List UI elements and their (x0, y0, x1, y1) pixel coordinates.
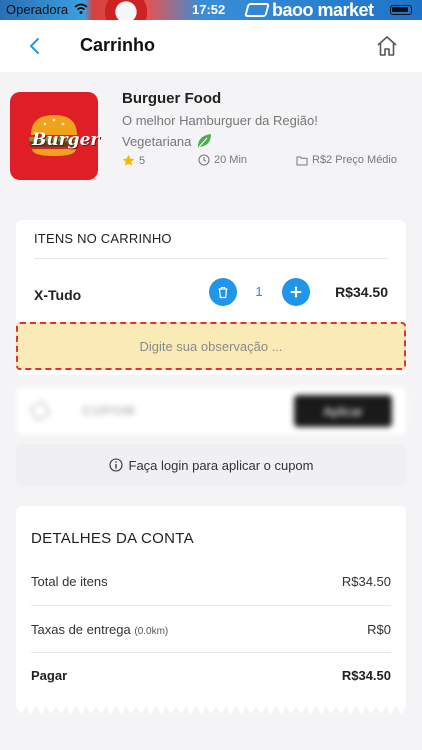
clock: 17:52 (192, 2, 226, 17)
trash-icon (218, 286, 228, 298)
receipt-zigzag-edge (16, 706, 406, 714)
home-icon (377, 36, 397, 56)
delivery-distance: (0.0km) (134, 626, 169, 637)
back-button[interactable] (22, 34, 46, 58)
store-rating: 5 (122, 154, 145, 167)
ad-brand-text: baoo market (272, 0, 374, 20)
cart-heading: ITENS NO CARRINHO (34, 231, 172, 246)
store-avg-price: R$2 Preço Médio (296, 154, 397, 166)
status-bar: Operadora 17:52 baoo market (0, 0, 422, 20)
info-icon (108, 458, 123, 472)
login-note[interactable]: Faça login para aplicar o cupom (16, 444, 406, 486)
cart-item-name: X-Tudo (34, 287, 82, 303)
store-meta: 5 20 Min R$2 Preço Médio (122, 154, 402, 170)
home-button[interactable] (374, 33, 400, 59)
store-rating-value: 5 (139, 154, 146, 167)
cart-item-price: R$34.50 (335, 284, 388, 300)
pay-value: R$34.50 (341, 668, 391, 683)
store-delivery-time-value: 20 Min (214, 154, 248, 166)
ad-banner-image (96, 0, 156, 20)
delivery-fee-label-text: Taxas de entrega (31, 622, 131, 637)
account-details-heading: DETALHES DA CONTA (31, 530, 194, 547)
delivery-fee-row: Taxas de entrega (0.0km) R$0 (31, 622, 391, 642)
total-items-value: R$34.50 (341, 574, 391, 589)
delivery-fee-label: Taxas de entrega (0.0km) (31, 622, 168, 637)
chevron-left-icon (30, 38, 39, 54)
total-items-label: Total de itens (31, 574, 108, 589)
store-avg-price-value: R$2 Preço Médio (312, 154, 397, 166)
store-description: O melhor Hamburguer da Região! (122, 113, 318, 128)
wifi-icon (74, 3, 88, 14)
battery-icon (390, 5, 412, 15)
pay-label: Pagar (31, 668, 68, 683)
store-info: Burger Burguer Food O melhor Hamburguer … (0, 72, 422, 200)
delivery-fee-value: R$0 (367, 622, 391, 637)
leaf-icon (198, 134, 212, 148)
pay-row: Pagar R$34.50 (31, 668, 391, 688)
coupon-row: CUPOM Aplicar (16, 387, 406, 435)
header: Carrinho (0, 20, 422, 72)
observation-input[interactable]: Digite sua observação ... (16, 322, 406, 370)
cart-item-quantity: 1 (255, 284, 263, 299)
brand-logo-icon (244, 3, 270, 17)
cart-card: ITENS NO CARRINHO X-Tudo 1 R$34.50 Digit… (16, 220, 406, 375)
coupon-input[interactable]: CUPOM (82, 403, 135, 418)
store-name: Burguer Food (122, 90, 222, 107)
divider (31, 652, 391, 653)
page-title: Carrinho (80, 35, 156, 55)
apply-coupon-button[interactable]: Aplicar (294, 395, 392, 427)
account-details-card: DETALHES DA CONTA Total de itens R$34.50… (16, 506, 406, 706)
plus-icon (290, 286, 302, 298)
store-logo: Burger (10, 92, 100, 180)
increase-quantity-button[interactable] (282, 278, 310, 306)
coupon-icon (29, 400, 51, 422)
divider (34, 258, 388, 259)
store-delivery-time: 20 Min (198, 154, 247, 166)
divider (31, 605, 391, 606)
store-category-label: Vegetariana (122, 133, 192, 149)
observation-placeholder: Digite sua observação ... (139, 338, 283, 354)
ad-banner[interactable]: baoo market (244, 0, 374, 20)
star-icon (122, 154, 135, 166)
total-items-row: Total de itens R$34.50 (31, 574, 391, 594)
store-category: Vegetariana (122, 132, 213, 150)
login-note-text: Faça login para aplicar o cupom (128, 457, 314, 473)
remove-item-button[interactable] (209, 278, 237, 306)
carrier-label: Operadora (6, 2, 69, 17)
store-logo-text: Burger (32, 130, 100, 150)
folder-icon (296, 156, 308, 165)
clock-icon (198, 154, 210, 166)
